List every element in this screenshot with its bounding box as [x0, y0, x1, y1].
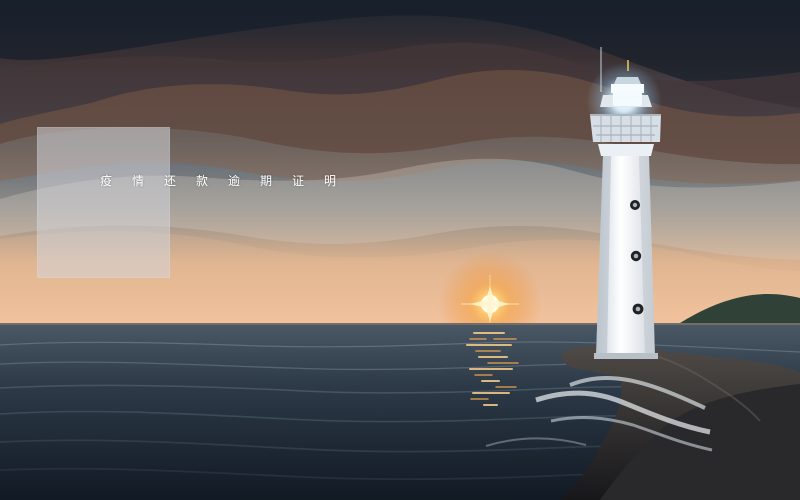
page-title: 疫情还款逾期证明: [100, 174, 357, 188]
translucent-title-panel: [37, 127, 170, 278]
title-slide: 疫情还款逾期证明: [0, 0, 800, 500]
